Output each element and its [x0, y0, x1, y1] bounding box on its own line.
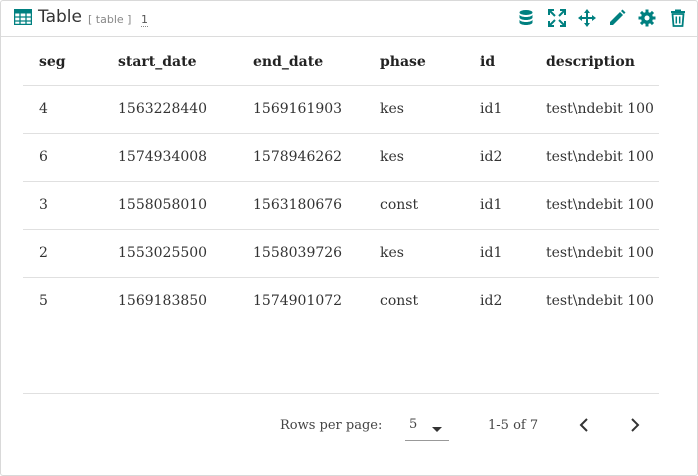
- cell-id: id1: [480, 245, 503, 261]
- column-header-id[interactable]: id: [480, 54, 495, 70]
- settings-icon[interactable]: [638, 9, 658, 29]
- caret-down-icon: [432, 427, 442, 432]
- cell-start-date: 1574934008: [118, 149, 208, 165]
- cell-end-date: 1563180676: [253, 197, 343, 213]
- column-header-seg[interactable]: seg: [39, 54, 66, 70]
- data-table: seg start_date end_date phase id descrip…: [23, 39, 659, 325]
- cell-id: id2: [480, 293, 503, 309]
- cell-seg: 3: [39, 197, 48, 213]
- cell-end-date: 1578946262: [253, 149, 343, 165]
- cell-seg: 2: [39, 245, 48, 261]
- cell-id: id1: [480, 101, 503, 117]
- cell-seg: 4: [39, 101, 48, 117]
- rows-per-page-label: Rows per page:: [280, 418, 383, 433]
- chevron-left-icon: [579, 418, 588, 432]
- column-header-end-date[interactable]: end_date: [253, 54, 323, 70]
- cell-description: test\ndebit 100: [546, 149, 654, 165]
- cell-phase: kes: [380, 245, 404, 261]
- table-row[interactable]: 3 1558058010 1563180676 const id1 test\n…: [23, 182, 659, 230]
- cell-phase: const: [380, 197, 419, 213]
- cell-end-date: 1574901072: [253, 293, 343, 309]
- cell-phase: kes: [380, 101, 404, 117]
- toolbar: [1, 9, 697, 29]
- cell-id: id2: [480, 149, 503, 165]
- cell-end-date: 1558039726: [253, 245, 343, 261]
- fullscreen-icon[interactable]: [548, 9, 568, 29]
- cell-start-date: 1569183850: [118, 293, 208, 309]
- pagination-range: 1-5 of 7: [488, 418, 539, 433]
- table-pagination: Rows per page: 5 1-5 of 7: [1, 394, 697, 454]
- cell-seg: 6: [39, 149, 48, 165]
- next-page-button[interactable]: [623, 414, 645, 436]
- delete-icon[interactable]: [669, 9, 689, 29]
- previous-page-button[interactable]: [574, 414, 596, 436]
- cell-phase: const: [380, 293, 419, 309]
- database-icon[interactable]: [517, 9, 537, 29]
- column-header-start-date[interactable]: start_date: [118, 54, 197, 70]
- cell-description: test\ndebit 100: [546, 245, 654, 261]
- cell-start-date: 1558058010: [118, 197, 208, 213]
- cell-description: test\ndebit 100: [546, 101, 654, 117]
- table-row[interactable]: 2 1553025500 1558039726 kes id1 test\nde…: [23, 230, 659, 278]
- table-widget-card: Table [ table ] 1 seg start_date end_dat…: [0, 0, 698, 476]
- cell-start-date: 1563228440: [118, 101, 208, 117]
- column-header-description[interactable]: description: [546, 54, 635, 70]
- rows-per-page-value: 5: [409, 417, 418, 432]
- table-row[interactable]: 6 1574934008 1578946262 kes id2 test\nde…: [23, 134, 659, 182]
- table-header-row: seg start_date end_date phase id descrip…: [23, 39, 659, 86]
- cell-description: test\ndebit 100: [546, 293, 654, 309]
- cell-id: id1: [480, 197, 503, 213]
- cell-end-date: 1569161903: [253, 101, 343, 117]
- table-row[interactable]: 4 1563228440 1569161903 kes id1 test\nde…: [23, 86, 659, 134]
- cell-start-date: 1553025500: [118, 245, 208, 261]
- widget-header: Table [ table ] 1: [1, 1, 697, 37]
- cell-phase: kes: [380, 149, 404, 165]
- table-row[interactable]: 5 1569183850 1574901072 const id2 test\n…: [23, 278, 659, 325]
- column-header-phase[interactable]: phase: [380, 54, 426, 70]
- cell-description: test\ndebit 100: [546, 197, 654, 213]
- cell-seg: 5: [39, 293, 48, 309]
- chevron-right-icon: [631, 418, 640, 432]
- rows-per-page-select[interactable]: 5: [405, 414, 449, 441]
- edit-icon[interactable]: [608, 9, 628, 29]
- move-icon[interactable]: [578, 9, 598, 29]
